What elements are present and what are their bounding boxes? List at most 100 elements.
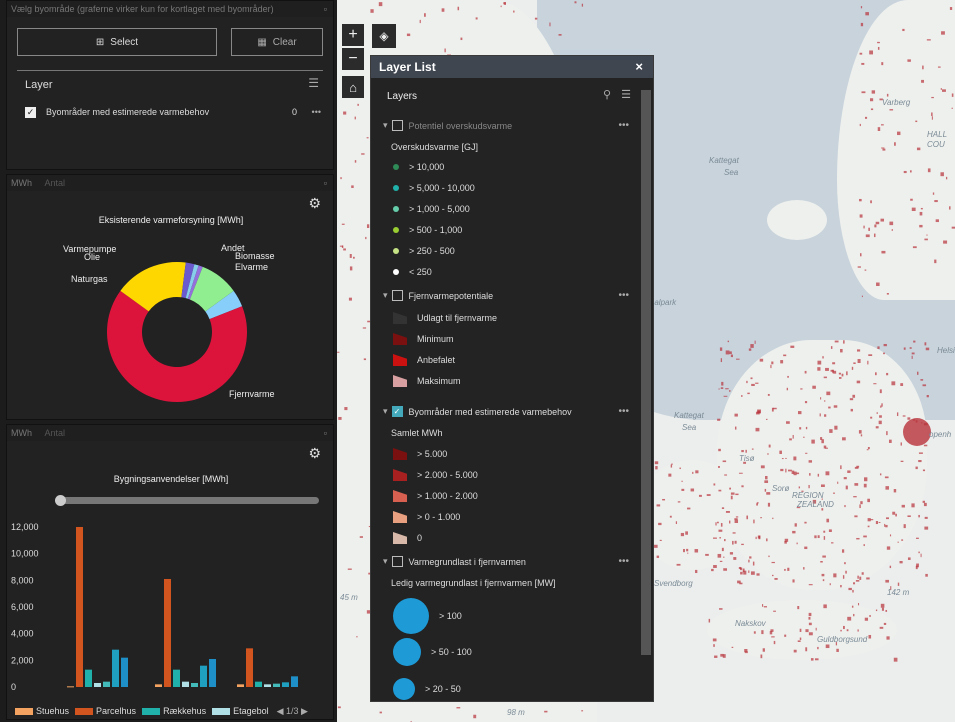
legend-pager[interactable]: ◀ 1/3 ▶ (277, 706, 308, 717)
bar[interactable] (112, 649, 119, 687)
zoom-out-button[interactable]: − (342, 48, 364, 70)
more-icon[interactable]: ••• (618, 290, 629, 301)
urban-area (763, 606, 768, 608)
legend-item[interactable]: Rækkehus (142, 706, 206, 716)
bar[interactable] (291, 676, 298, 687)
urban-area (681, 488, 685, 491)
clear-button[interactable]: ▦ Clear (231, 28, 323, 56)
urban-area (832, 492, 836, 494)
urban-area (876, 282, 880, 286)
more-icon[interactable]: ••• (618, 406, 629, 417)
filter-icon[interactable]: ☰ (621, 88, 631, 101)
gear-icon[interactable]: ⚙ (308, 445, 321, 462)
expand-icon[interactable]: ▾ (383, 556, 388, 567)
bar[interactable] (76, 527, 83, 687)
urban-area (766, 492, 771, 495)
bar[interactable] (282, 682, 289, 687)
gear-icon[interactable]: ⚙ (308, 195, 321, 212)
urban-area (920, 207, 923, 210)
bar[interactable] (237, 684, 244, 687)
layer-checkbox[interactable] (391, 556, 403, 567)
legend-label: > 250 - 500 (409, 246, 455, 256)
maximize-icon[interactable]: ▫ (324, 1, 327, 17)
urban-area (694, 549, 699, 553)
urban-area (869, 50, 874, 55)
tab-mwh[interactable]: MWh (11, 178, 32, 188)
bar[interactable] (255, 681, 262, 687)
layer-checkbox[interactable]: ✓ (25, 106, 36, 118)
urban-area (863, 225, 865, 229)
layer-group-row[interactable]: ▾ Varmegrundlast i fjernvarmen ••• (383, 556, 653, 567)
legend-item[interactable]: Stuehus (15, 706, 69, 716)
bar[interactable] (155, 684, 162, 687)
layer-checkbox[interactable] (391, 290, 403, 301)
bar[interactable] (191, 683, 198, 687)
urban-area (685, 531, 688, 535)
urban-area (711, 568, 714, 572)
bar[interactable] (246, 648, 253, 687)
urban-area (690, 488, 695, 492)
layer-group-row[interactable]: ▾ Fjernvarmepotentiale ••• (383, 290, 653, 301)
bar[interactable] (164, 579, 171, 687)
close-icon[interactable]: × (635, 56, 643, 78)
bar[interactable] (273, 683, 280, 687)
layer-checkbox[interactable]: ✓ (391, 406, 403, 417)
expand-icon[interactable]: ▾ (383, 406, 388, 417)
urban-area (751, 383, 755, 387)
tab-antal[interactable]: Antal (45, 428, 66, 438)
tab-antal[interactable]: Antal (45, 178, 66, 188)
maximize-icon[interactable]: ▫ (324, 425, 327, 441)
bar[interactable] (121, 657, 128, 687)
urban-area (786, 387, 789, 391)
search-icon[interactable]: ⚲ (603, 88, 611, 101)
more-icon[interactable]: ••• (618, 120, 629, 131)
urban-area (820, 561, 823, 563)
tab-mwh[interactable]: MWh (11, 428, 32, 438)
urban-area (784, 568, 786, 571)
bar[interactable] (200, 665, 207, 687)
urban-area (829, 429, 833, 433)
urban-area (370, 9, 374, 13)
layer-group-row[interactable]: ▾ Potentiel overskudsvarme ••• (383, 120, 653, 131)
bar[interactable] (94, 683, 101, 687)
urban-area (741, 395, 743, 397)
select-button[interactable]: ⊞ Select (17, 28, 217, 56)
urban-area (822, 555, 826, 558)
bar[interactable] (85, 669, 92, 687)
range-slider[interactable] (55, 495, 319, 506)
layer-checkbox[interactable] (391, 120, 403, 131)
urban-area (882, 148, 886, 151)
zoom-in-button[interactable]: + (342, 24, 364, 46)
urban-area (830, 346, 833, 349)
urban-area (902, 415, 906, 417)
bar[interactable] (264, 684, 271, 687)
bar[interactable] (209, 659, 216, 687)
bar[interactable] (173, 669, 180, 687)
bar[interactable] (103, 681, 110, 687)
layer-group-row[interactable]: ▾ ✓ Byområder med estimerede varmebehov ••• (383, 406, 653, 417)
urban-area (870, 416, 873, 419)
filter-icon[interactable]: ☰ (308, 76, 319, 90)
layer-row[interactable]: ✓ Byområder med estimerede varmebehov 0 … (25, 105, 321, 119)
layers-button[interactable]: ◈ (372, 24, 396, 48)
expand-icon[interactable]: ▾ (383, 290, 388, 301)
home-button[interactable]: ⌂ (342, 76, 364, 98)
expand-icon[interactable]: ▾ (383, 120, 388, 131)
urban-area (866, 577, 870, 580)
maximize-icon[interactable]: ▫ (324, 175, 327, 191)
bar[interactable] (182, 681, 189, 687)
layer-name: Potentiel overskudsvarme (408, 120, 513, 131)
legend-item[interactable]: Etagebol (212, 706, 269, 716)
bar[interactable] (67, 686, 74, 688)
urban-area (772, 517, 774, 520)
urban-area (817, 360, 822, 365)
legend-item: > 100 (393, 598, 462, 634)
urban-area (822, 356, 824, 359)
urban-area (753, 631, 756, 634)
legend-item[interactable]: Parcelhus (75, 706, 136, 716)
scrollbar[interactable] (641, 90, 651, 655)
urban-area (460, 37, 463, 41)
urban-area (875, 609, 878, 612)
more-icon[interactable]: ••• (618, 556, 629, 567)
more-icon[interactable]: ••• (312, 107, 321, 117)
